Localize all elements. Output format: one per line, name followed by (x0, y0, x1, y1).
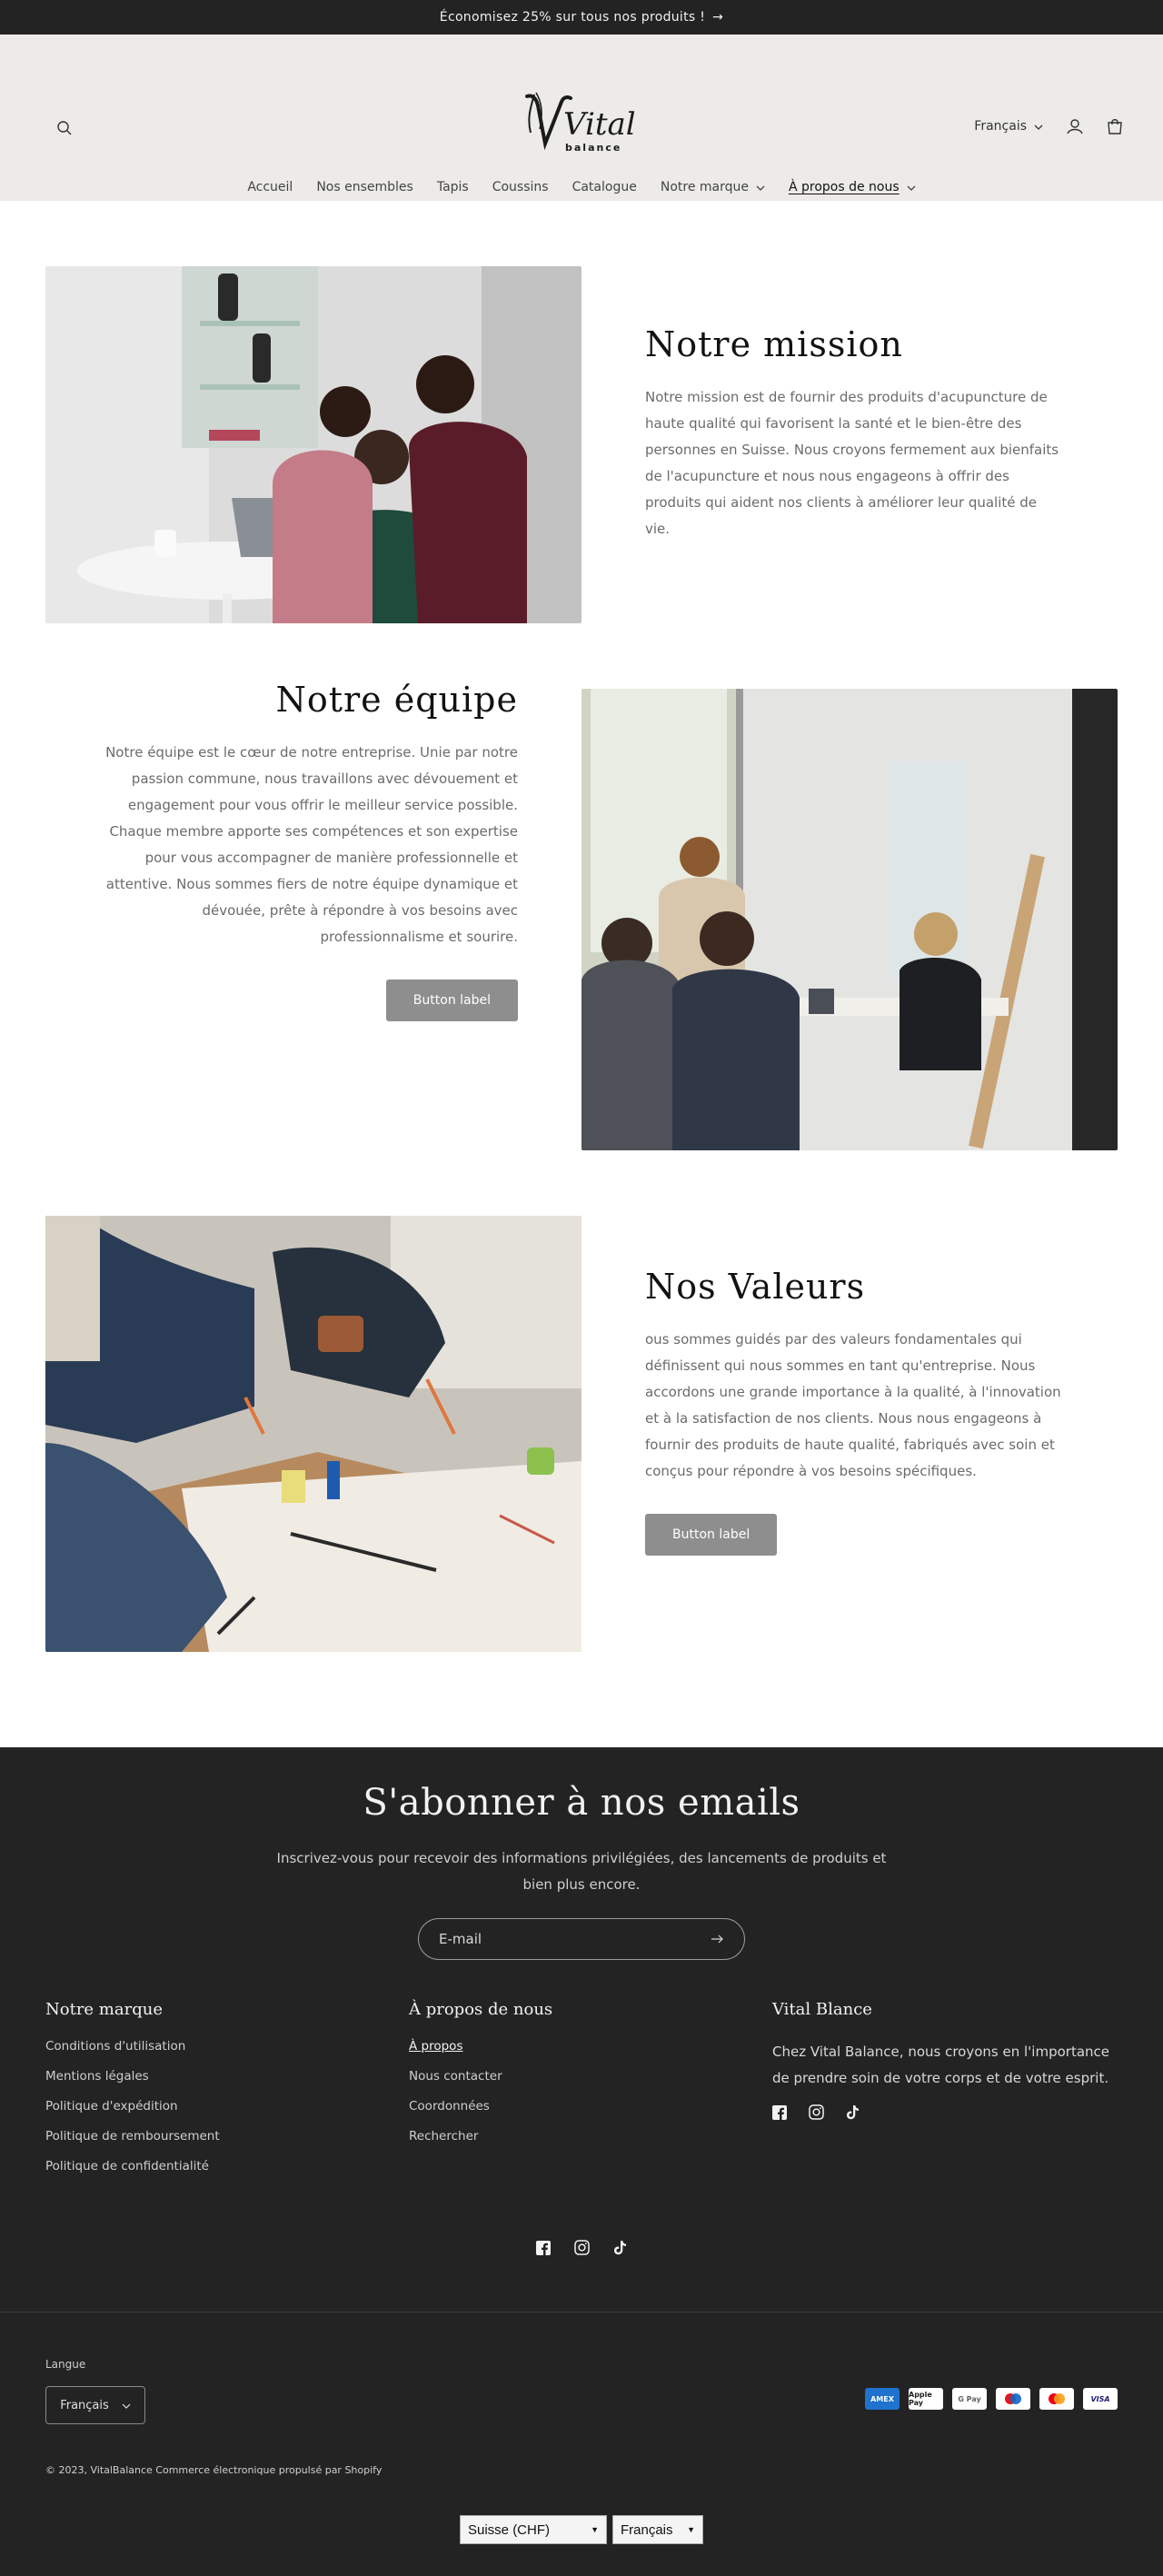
nav-item-a-propos[interactable]: À propos de nous (789, 180, 916, 194)
footer-col-brand-title: Notre marque (45, 2000, 163, 2019)
mastercard-icon (1039, 2388, 1074, 2410)
language-label: Langue (45, 2358, 86, 2371)
announcement-bar[interactable]: Économisez 25% sur tous nos produits ! → (0, 0, 1163, 35)
search-icon[interactable] (53, 116, 76, 140)
footer-col-brand: Notre marque Conditions d'utilisation Me… (45, 2000, 220, 2189)
team-button[interactable]: Button label (385, 980, 518, 1021)
site-header: Vital balance Français Accueil Nos ensem… (0, 35, 1163, 201)
footer-col-about-title: À propos de nous (409, 2000, 553, 2019)
apple-pay-icon: Apple Pay (909, 2388, 943, 2410)
account-icon[interactable] (1063, 114, 1087, 138)
dropdown-arrow-icon: ▼ (591, 2525, 599, 2534)
values-text: ous sommes guidés par des valeurs fondam… (645, 1331, 1061, 1479)
chevron-down-icon (907, 180, 916, 194)
subscribe-text: Inscrivez-vous pour recevoir des informa… (276, 1850, 887, 1893)
chevron-down-icon (1034, 119, 1043, 134)
dropdown-arrow-icon: ▼ (687, 2525, 695, 2534)
tiktok-icon[interactable] (613, 2240, 627, 2259)
nav-item-coussins[interactable]: Coussins (492, 180, 549, 194)
mission-text: Notre mission est de fournir des produit… (645, 389, 1059, 537)
values-title: Nos Valeurs (645, 1267, 866, 1307)
language-label: Français (974, 119, 1027, 134)
section-values: Nos Valeurs ous sommes guidés par des va… (0, 1150, 1163, 1747)
footer-link[interactable]: Politique de remboursement (45, 2129, 220, 2143)
footer-col-vital-title: Vital Blance (772, 2000, 872, 2019)
instagram-icon[interactable] (574, 2240, 590, 2259)
nav-item-tapis[interactable]: Tapis (437, 180, 469, 194)
facebook-icon[interactable] (772, 2104, 787, 2123)
footer-about-text: Chez Vital Balance, nous croyons en l'im… (772, 2044, 1109, 2086)
footer-link[interactable]: Politique d'expédition (45, 2099, 220, 2114)
team-text: Notre équipe est le cœur de notre entrep… (105, 744, 518, 945)
language-select[interactable]: Français ▼ (612, 2515, 703, 2544)
arrow-right-icon[interactable] (711, 1931, 724, 1947)
language-selector[interactable]: Français (974, 119, 1043, 134)
currency-language-selects: Suisse (CHF) ▼ Français ▼ (0, 2515, 1163, 2544)
footer-col-vital: Vital Blance Chez Vital Balance, nous cr… (772, 2000, 1127, 2123)
nav-item-catalogue[interactable]: Catalogue (572, 180, 637, 194)
chevron-down-icon (756, 180, 765, 194)
nav-item-notre-marque[interactable]: Notre marque (661, 180, 765, 194)
currency-select[interactable]: Suisse (CHF) ▼ (460, 2515, 607, 2544)
footer-link[interactable]: Rechercher (409, 2129, 552, 2143)
tiktok-icon[interactable] (846, 2104, 860, 2123)
footer-language-selector[interactable]: Français (45, 2386, 145, 2424)
facebook-icon[interactable] (536, 2240, 551, 2259)
logo-text: Vital (563, 106, 636, 143)
footer-language-value: Français (60, 2398, 109, 2412)
footer-link[interactable]: Nous contacter (409, 2069, 552, 2084)
section-team: Notre équipe Notre équipe est le cœur de… (0, 623, 1163, 1150)
logo[interactable]: Vital balance (516, 89, 647, 162)
amex-icon: AMEX (865, 2388, 900, 2410)
values-image (45, 1216, 582, 1652)
payment-icons: AMEX Apple Pay G Pay VISA (865, 2388, 1118, 2410)
footer-link[interactable]: Politique de confidentialité (45, 2159, 220, 2173)
logo-subtext: balance (565, 142, 621, 154)
arrow-right-icon: → (712, 10, 724, 25)
nav-item-nos-ensembles[interactable]: Nos ensembles (316, 180, 413, 194)
main-nav: Accueil Nos ensembles Tapis Coussins Cat… (0, 180, 1163, 194)
cart-icon[interactable] (1103, 114, 1127, 138)
site-footer: S'abonner à nos emails Inscrivez-vous po… (0, 1747, 1163, 2576)
footer-link[interactable]: Mentions légales (45, 2069, 220, 2084)
team-image (582, 689, 1118, 1150)
section-mission: Notre mission Notre mission est de fourn… (0, 201, 1163, 623)
instagram-icon[interactable] (809, 2104, 824, 2123)
chevron-down-icon (122, 2399, 131, 2412)
footer-link[interactable]: Coordonnées (409, 2099, 552, 2114)
footer-link[interactable]: Conditions d'utilisation (45, 2039, 220, 2054)
values-button[interactable]: Button label (645, 1514, 778, 1556)
visa-icon: VISA (1083, 2388, 1118, 2410)
nav-item-accueil[interactable]: Accueil (247, 180, 293, 194)
footer-link[interactable]: À propos (409, 2039, 552, 2054)
copyright: © 2023, VitalBalance Commerce électroniq… (45, 2464, 383, 2476)
google-pay-icon: G Pay (952, 2388, 987, 2410)
announcement-text: Économisez 25% sur tous nos produits ! (439, 10, 706, 25)
email-placeholder: E-mail (439, 1931, 482, 1947)
mission-image (45, 266, 582, 623)
footer-social-row (0, 2240, 1163, 2259)
footer-col-about: À propos de nous À propos Nous contacter… (409, 2000, 552, 2159)
email-field[interactable]: E-mail (418, 1918, 745, 1960)
mission-title: Notre mission (645, 324, 903, 364)
subscribe-title: S'abonner à nos emails (363, 1782, 800, 1824)
maestro-icon (996, 2388, 1030, 2410)
team-title: Notre équipe (275, 680, 518, 720)
